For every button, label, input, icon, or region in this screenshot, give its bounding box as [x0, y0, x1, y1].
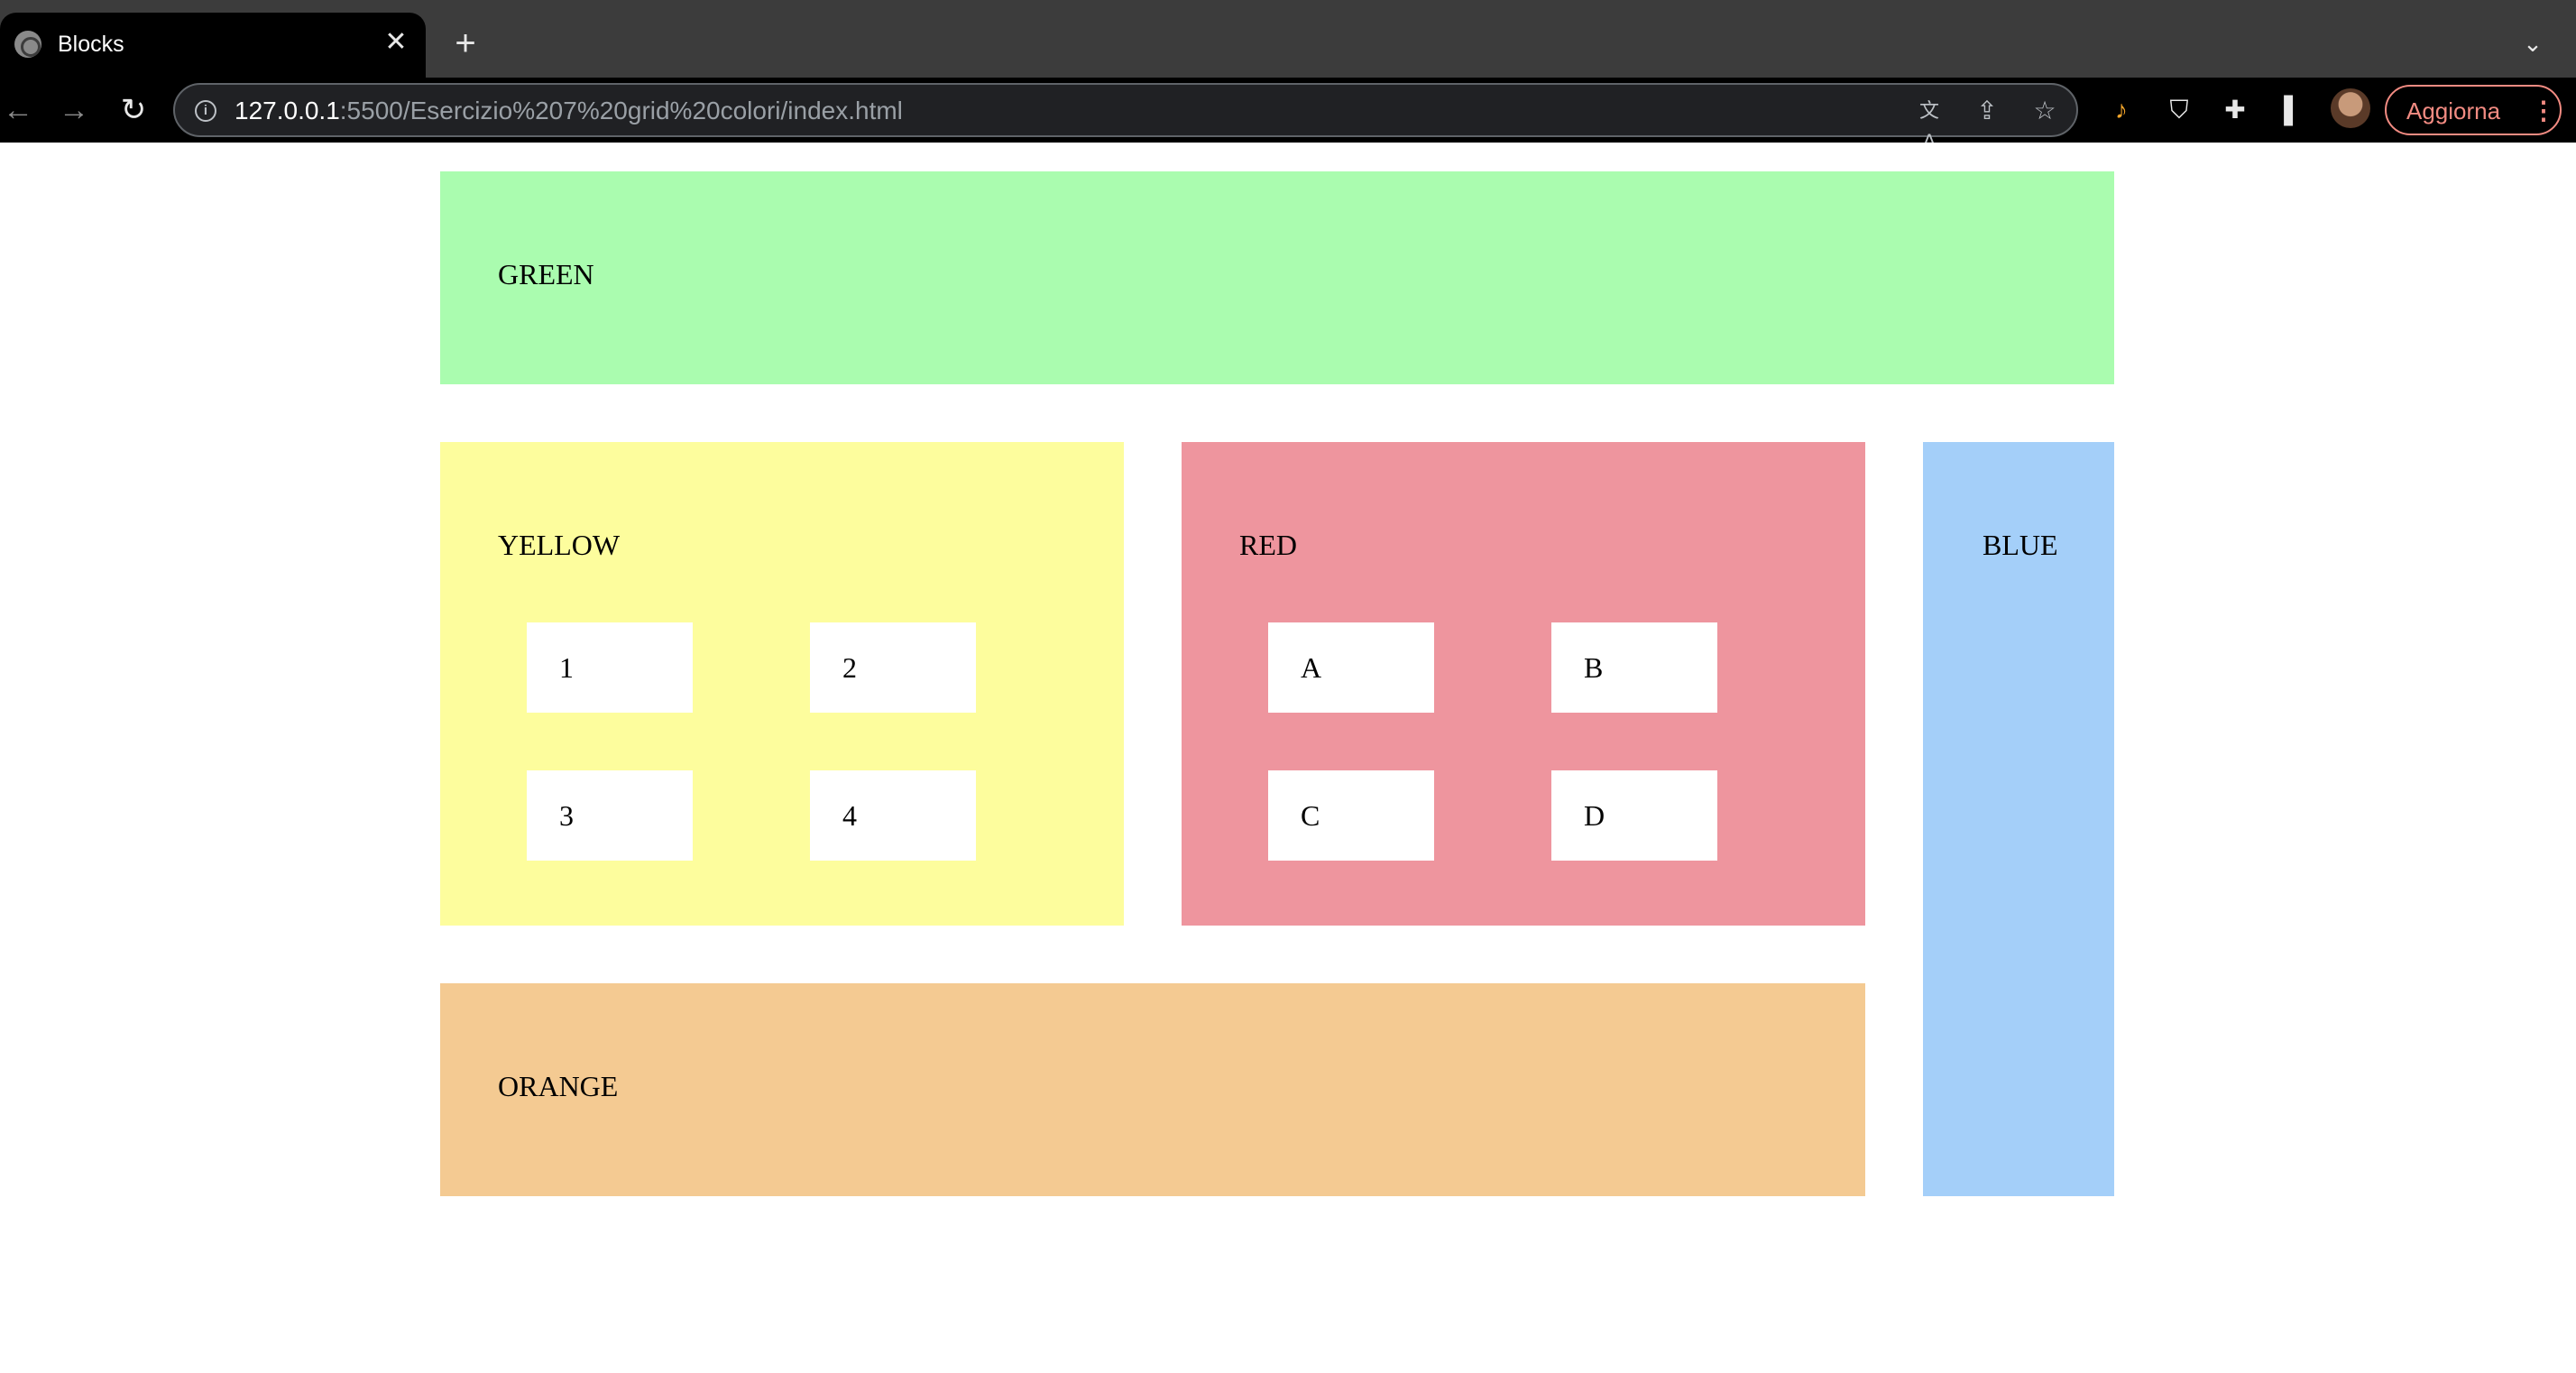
yellow-item-label: 2 [842, 651, 857, 684]
more-menu-icon[interactable]: ⋮ [2531, 96, 2556, 126]
yellow-item: 4 [810, 770, 976, 861]
star-icon[interactable]: ☆ [2029, 96, 2060, 126]
update-button-label: Aggiorna [2406, 97, 2501, 124]
tab-strip: Blocks ✕ + ⌄ [0, 0, 2576, 78]
orange-label: ORANGE [498, 1070, 619, 1102]
green-label: GREEN [498, 258, 594, 290]
yellow-item-label: 3 [559, 799, 574, 832]
extension-icon[interactable]: ♪ [2105, 94, 2138, 126]
orange-block: ORANGE [440, 983, 1865, 1196]
red-item: B [1551, 622, 1717, 713]
red-item: A [1268, 622, 1434, 713]
yellow-item: 2 [810, 622, 976, 713]
address-bar[interactable]: i 127.0.0.1:5500/Esercizio%207%20grid%20… [173, 83, 2078, 152]
red-item: C [1268, 770, 1434, 861]
red-item-label: C [1301, 799, 1320, 832]
avatar[interactable] [2331, 88, 2370, 128]
puzzle-icon[interactable]: ✚ [2219, 94, 2251, 126]
info-icon[interactable]: i [195, 100, 216, 122]
green-block: GREEN [440, 171, 2114, 384]
url-text[interactable]: 127.0.0.1:5500/Esercizio%207%20grid%20co… [235, 96, 903, 126]
side-panel-icon[interactable]: ▌ [2277, 94, 2309, 126]
red-label: RED [1239, 529, 1297, 561]
close-icon[interactable]: ✕ [381, 27, 411, 58]
url-host: 127.0.0.1 [235, 97, 340, 124]
url-path: :5500/Esercizio%207%20grid%20colori/inde… [339, 97, 903, 124]
forward-button[interactable]: → [56, 92, 92, 128]
globe-icon [14, 31, 41, 58]
tab-blocks[interactable]: Blocks ✕ [0, 13, 426, 78]
red-item: D [1551, 770, 1717, 861]
browser-toolbar: ← → ↻ i 127.0.0.1:5500/Esercizio%207%20g… [0, 78, 2576, 152]
yellow-block: YELLOW 1 2 3 4 [440, 442, 1124, 926]
reload-button[interactable]: ↻ [115, 92, 152, 128]
yellow-item: 1 [527, 622, 693, 713]
yellow-item-label: 4 [842, 799, 857, 832]
yellow-item: 3 [527, 770, 693, 861]
red-item-label: B [1584, 651, 1604, 684]
chevron-down-icon[interactable]: ⌄ [2516, 27, 2549, 60]
yellow-item-label: 1 [559, 651, 574, 684]
blue-block: BLUE [1923, 442, 2114, 1196]
new-tab-button[interactable]: + [447, 25, 483, 61]
red-item-label: D [1584, 799, 1605, 832]
share-icon[interactable]: ⇪ [1972, 96, 2002, 126]
blue-label: BLUE [1983, 529, 2058, 561]
page-content: GREEN YELLOW 1 2 3 4 RED A B C D BLUE OR… [0, 143, 2576, 1373]
shield-icon[interactable]: ⛉ [2163, 94, 2195, 126]
tab-title: Blocks [58, 32, 124, 57]
yellow-label: YELLOW [498, 529, 621, 561]
back-button[interactable]: ← [0, 92, 36, 128]
update-button[interactable]: Aggiorna ⋮ [2385, 85, 2562, 135]
red-block: RED A B C D [1182, 442, 1865, 926]
red-item-label: A [1301, 651, 1322, 684]
translate-icon[interactable]: 文A [1914, 96, 1945, 152]
